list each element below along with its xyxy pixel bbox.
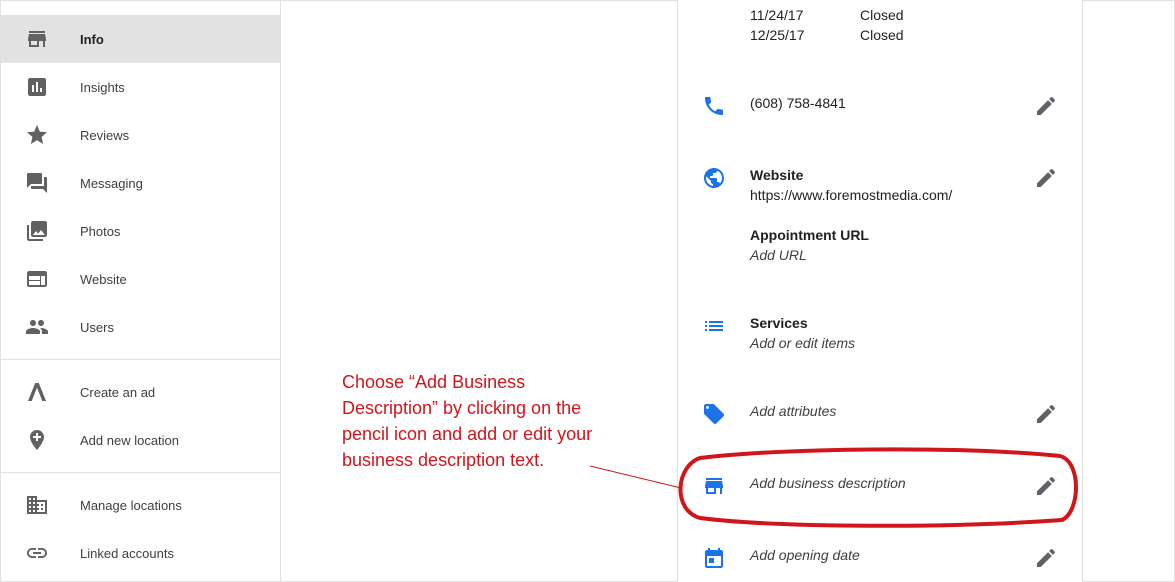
people-icon	[25, 315, 49, 339]
star-icon	[25, 123, 49, 147]
add-business-description-link[interactable]: Add business description	[750, 475, 906, 491]
sidebar-divider	[1, 472, 280, 473]
hours-date: 11/24/17	[750, 7, 804, 23]
phone-number: (608) 758-4841	[750, 95, 846, 111]
add-opening-date-link[interactable]: Add opening date	[750, 547, 860, 563]
list-icon	[702, 314, 726, 338]
ads-icon	[25, 380, 49, 404]
bar-chart-icon	[25, 75, 49, 99]
sidebar-item-label: Users	[80, 319, 114, 335]
tag-icon	[702, 402, 726, 426]
store-icon	[702, 474, 726, 498]
globe-icon	[702, 166, 726, 190]
website-url[interactable]: https://www.foremostmedia.com/	[750, 187, 952, 203]
add-attributes-link[interactable]: Add attributes	[750, 403, 836, 419]
edit-description-pencil-icon[interactable]	[1034, 474, 1058, 498]
sidebar-item-label: Photos	[80, 223, 121, 239]
sidebar-item-messaging[interactable]: Messaging	[1, 159, 280, 207]
sidebar-item-manage-locations[interactable]: Manage locations	[1, 481, 280, 529]
sidebar-item-linked-accounts[interactable]: Linked accounts	[1, 529, 280, 577]
photos-icon	[25, 219, 49, 243]
edit-attributes-pencil-icon[interactable]	[1034, 402, 1058, 426]
building-icon	[25, 493, 49, 517]
sidebar-item-label: Messaging	[80, 175, 143, 191]
link-icon	[25, 541, 49, 565]
hours-date: 12/25/17	[750, 27, 805, 43]
sidebar-divider	[1, 359, 280, 360]
web-icon	[25, 267, 49, 291]
info-panel: 11/24/17 Closed 12/25/17 Closed (608) 75…	[677, 0, 1083, 582]
add-location-icon	[25, 428, 49, 452]
annotation-line: Choose “Add Business	[342, 372, 526, 392]
sidebar-item-reviews[interactable]: Reviews	[1, 111, 280, 159]
sidebar-item-info[interactable]: Info	[1, 15, 280, 63]
sidebar-item-label: Insights	[80, 79, 125, 95]
sidebar-item-add-location[interactable]: Add new location	[1, 416, 280, 464]
sidebar-item-label: Add new location	[80, 432, 180, 448]
sidebar-item-label: Linked accounts	[80, 545, 174, 561]
sidebar-nav: Info Insights Reviews Messaging Photos W…	[1, 1, 281, 581]
store-icon	[25, 27, 49, 51]
sidebar-item-photos[interactable]: Photos	[1, 207, 280, 255]
phone-icon	[702, 94, 726, 118]
sidebar-item-label: Manage locations	[80, 497, 182, 513]
edit-opening-date-pencil-icon[interactable]	[1034, 546, 1058, 570]
website-title: Website	[750, 167, 804, 183]
chat-icon	[25, 171, 49, 195]
sidebar-item-label: Reviews	[80, 127, 130, 143]
annotation-line: pencil icon and add or edit your	[342, 424, 593, 444]
sidebar-item-label: Website	[80, 271, 127, 287]
sidebar-item-users[interactable]: Users	[1, 303, 280, 351]
calendar-icon	[702, 546, 726, 570]
appointment-url-title: Appointment URL	[750, 227, 869, 243]
sidebar-item-label: Info	[80, 31, 104, 47]
sidebar-item-insights[interactable]: Insights	[1, 63, 280, 111]
annotation-line: business description text.	[342, 450, 545, 470]
annotation-line: Description” by clicking on the	[342, 398, 582, 418]
services-title: Services	[750, 315, 808, 331]
sidebar-item-create-ad[interactable]: Create an ad	[1, 368, 280, 416]
add-url-link[interactable]: Add URL	[750, 247, 807, 263]
services-edit-link[interactable]: Add or edit items	[750, 335, 855, 351]
sidebar-item-label: Create an ad	[80, 384, 156, 400]
annotation-callout: Choose “Add Business Description” by cli…	[342, 369, 662, 473]
hours-status: Closed	[860, 7, 904, 23]
edit-website-pencil-icon[interactable]	[1034, 166, 1058, 190]
sidebar-item-website[interactable]: Website	[1, 255, 280, 303]
hours-status: Closed	[860, 27, 904, 43]
edit-phone-pencil-icon[interactable]	[1034, 94, 1058, 118]
